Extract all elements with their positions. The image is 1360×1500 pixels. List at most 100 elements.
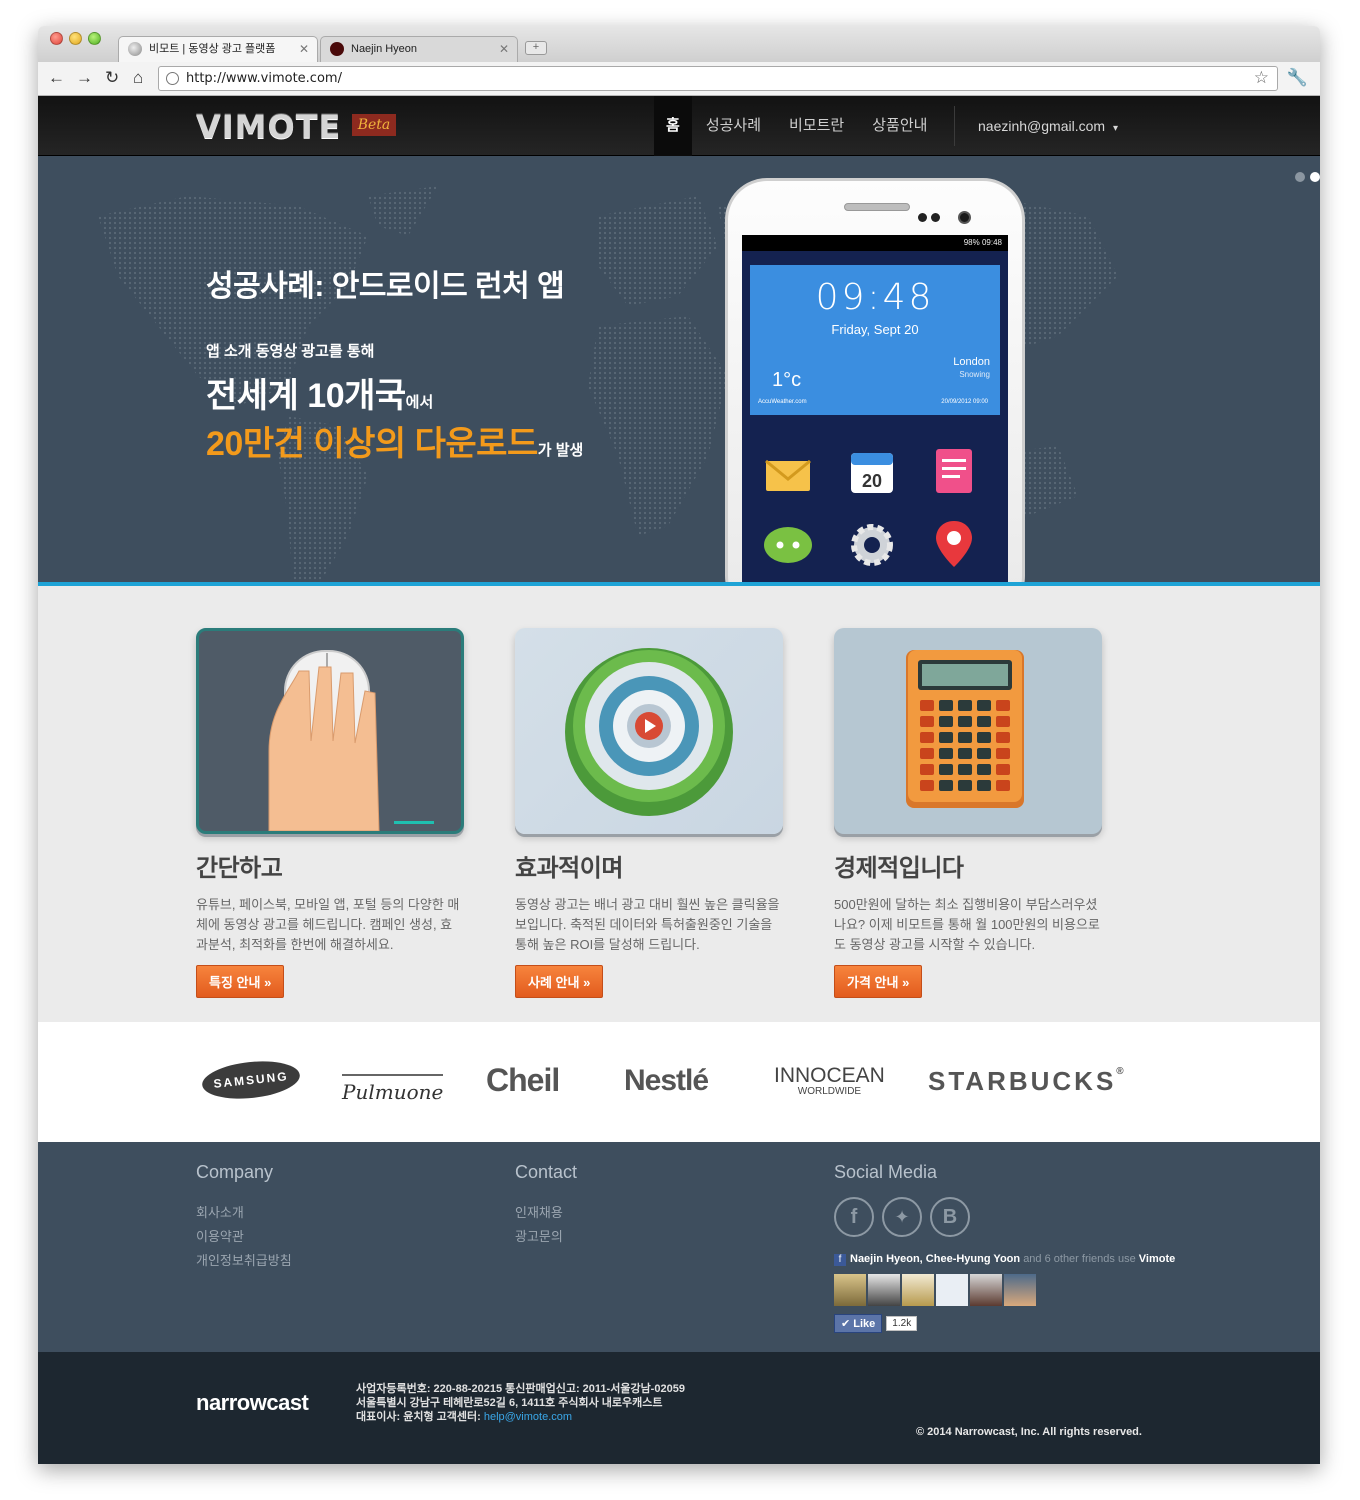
avatar[interactable] <box>834 1274 866 1306</box>
carousel-dots <box>1295 172 1320 182</box>
window-controls <box>50 32 101 45</box>
footer-company: Company 회사소개 이용약관 개인정보취급방침 <box>196 1162 292 1273</box>
new-tab-button[interactable]: + <box>525 41 547 55</box>
main-menu: 홈 성공사례 비모트란 상품안내 <box>654 96 941 156</box>
calculator-key <box>977 732 991 743</box>
calculator-key <box>920 748 934 759</box>
user-menu[interactable]: naezinh@gmail.com ▾ <box>978 96 1118 156</box>
footer-link-privacy[interactable]: 개인정보취급방침 <box>196 1249 292 1273</box>
facebook-small-icon: f <box>834 1254 846 1266</box>
avatar[interactable] <box>902 1274 934 1306</box>
bookmark-star-icon[interactable]: ☆ <box>1254 68 1269 88</box>
support-email-link[interactable]: help@vimote.com <box>484 1411 572 1423</box>
narrowcast-logo: narrowcast <box>196 1390 309 1415</box>
tab-naejin[interactable]: Naejin Hyeon ✕ <box>320 36 518 62</box>
avatar[interactable] <box>1004 1274 1036 1306</box>
like-button[interactable]: ✔ Like <box>834 1314 883 1333</box>
avatar[interactable] <box>868 1274 900 1306</box>
close-window-button[interactable] <box>50 32 63 45</box>
twitter-icon[interactable]: ✦ <box>882 1197 922 1237</box>
feature-description: 동영상 광고는 배너 광고 대비 훨씬 높은 클릭율을 보입니다. 축적된 데이… <box>515 897 780 952</box>
avatar[interactable] <box>970 1274 1002 1306</box>
calculator-key <box>996 748 1010 759</box>
tab-vimote[interactable]: 비모트 | 동영상 광고 플랫폼 ✕ <box>118 36 318 62</box>
business-info: 사업자등록번호: 220-88-20215 통신판매업신고: 2011-서울강남… <box>356 1382 685 1424</box>
carousel-dot[interactable] <box>1295 172 1305 182</box>
footer-link-terms[interactable]: 이용약관 <box>196 1225 292 1249</box>
features-info-button[interactable]: 특징 안내 » <box>196 965 285 998</box>
reload-icon[interactable]: ↻ <box>105 67 119 89</box>
clock-widget: 09:48 Friday, Sept 20 London Snowing 1°c… <box>750 265 1000 415</box>
calculator-key <box>939 764 953 775</box>
tab-close-icon[interactable]: ✕ <box>499 37 509 61</box>
feature-title: 효과적이며 <box>515 855 623 882</box>
zoom-window-button[interactable] <box>88 32 101 45</box>
settings-icon <box>851 524 893 566</box>
like-count: 1.2k <box>886 1316 918 1331</box>
cheil-logo: Cheil <box>486 1062 560 1098</box>
mouse-hand-icon <box>196 628 464 834</box>
calculator-key <box>977 780 991 791</box>
minimize-window-button[interactable] <box>69 32 82 45</box>
globe-favicon-icon <box>128 42 142 56</box>
carousel-dot[interactable] <box>1310 172 1320 182</box>
forward-arrow-icon[interactable]: → <box>76 67 93 89</box>
address-bar[interactable]: http://www.vimote.com/ ☆ <box>158 66 1278 91</box>
fb-app-name[interactable]: Vimote <box>1139 1253 1175 1265</box>
footer-link-about[interactable]: 회사소개 <box>196 1201 292 1225</box>
nav-item-products[interactable]: 상품안내 <box>858 96 941 156</box>
case-info-button[interactable]: 사례 안내 » <box>515 965 604 998</box>
pricing-info-button[interactable]: 가격 안내 » <box>834 965 923 998</box>
back-arrow-icon[interactable]: ← <box>48 67 65 89</box>
vimote-logo[interactable]: VIMOTE <box>196 108 341 146</box>
site-navbar: VIMOTE Beta 홈 성공사례 비모트란 상품안내 naezinh@gma… <box>38 96 1320 156</box>
weather-city: London <box>953 356 990 368</box>
wrench-icon[interactable]: 🔧 <box>1287 68 1308 88</box>
ceo-label: 대표이사: 윤치형 고객센터: <box>356 1411 481 1423</box>
features-section: 간단하고 유튜브, 페이스북, 모바일 앱, 포털 등의 다양한 매체에 동영상… <box>38 586 1320 1022</box>
footer-link-careers[interactable]: 인재채용 <box>515 1201 577 1225</box>
chat-icon <box>764 527 812 563</box>
nestle-logo: Nestlé <box>624 1064 709 1097</box>
nav-item-home[interactable]: 홈 <box>654 96 692 156</box>
site-footer: Company 회사소개 이용약관 개인정보취급방침 Contact 인재채용 … <box>38 1142 1320 1352</box>
tab-bar: 비모트 | 동영상 광고 플랫폼 ✕ Naejin Hyeon ✕ + <box>38 26 1320 62</box>
calculator-key <box>920 780 934 791</box>
samsung-logo: SAMSUNG <box>200 1056 302 1104</box>
clock-date: Friday, Sept 20 <box>831 322 919 337</box>
business-contact: 대표이사: 윤치형 고객센터: help@vimote.com <box>356 1410 685 1424</box>
home-icon[interactable]: ⌂ <box>133 67 143 89</box>
phone-sensor <box>918 213 927 222</box>
fb-friend-rest: and 6 other friends use <box>1023 1253 1136 1265</box>
avatar[interactable] <box>936 1274 968 1306</box>
address-url[interactable]: http://www.vimote.com/ <box>186 71 342 86</box>
copyright: © 2014 Narrowcast, Inc. All rights reser… <box>916 1426 1142 1438</box>
weather-condition: Snowing <box>959 370 990 379</box>
calculator-key <box>939 732 953 743</box>
calculator-key <box>920 716 934 727</box>
calculator-key <box>977 700 991 711</box>
tab-close-icon[interactable]: ✕ <box>299 37 309 61</box>
calculator-key <box>958 748 972 759</box>
calculator-key <box>958 764 972 775</box>
innocean-wordmark: INNOCEAN <box>774 1064 885 1087</box>
beta-badge: Beta <box>352 114 396 136</box>
registered-mark: ® <box>1116 1066 1127 1077</box>
phone-status-bar: 98% 09:48 <box>742 235 1008 251</box>
company-info-bar: narrowcast 사업자등록번호: 220-88-20215 통신판매업신고… <box>38 1352 1320 1464</box>
blogger-icon[interactable]: B <box>930 1197 970 1237</box>
phone-screen: 98% 09:48 09:48 Friday, Sept 20 London S… <box>742 235 1008 582</box>
nav-item-success-stories[interactable]: 성공사례 <box>692 96 775 156</box>
hero-countries: 전세계 10개국 <box>206 377 406 415</box>
fb-friend-names[interactable]: Naejin Hyeon, Chee-Hyung Yoon <box>850 1253 1020 1265</box>
hero-downloads-suffix: 가 발생 <box>537 442 584 459</box>
calculator-key <box>939 716 953 727</box>
client-logos: SAMSUNG Pulmuone Cheil Nestlé INNOCEAN W… <box>38 1022 1320 1142</box>
starbucks-wordmark: STARBUCKS <box>928 1066 1117 1096</box>
facebook-icon[interactable]: f <box>834 1197 874 1237</box>
nav-divider <box>954 106 955 146</box>
footer-link-ad-inquiry[interactable]: 광고문의 <box>515 1225 577 1249</box>
user-email: naezinh@gmail.com <box>978 118 1106 134</box>
nav-item-about[interactable]: 비모트란 <box>775 96 858 156</box>
hero-title: 성공사례: 안드로이드 런처 앱 <box>206 270 565 303</box>
